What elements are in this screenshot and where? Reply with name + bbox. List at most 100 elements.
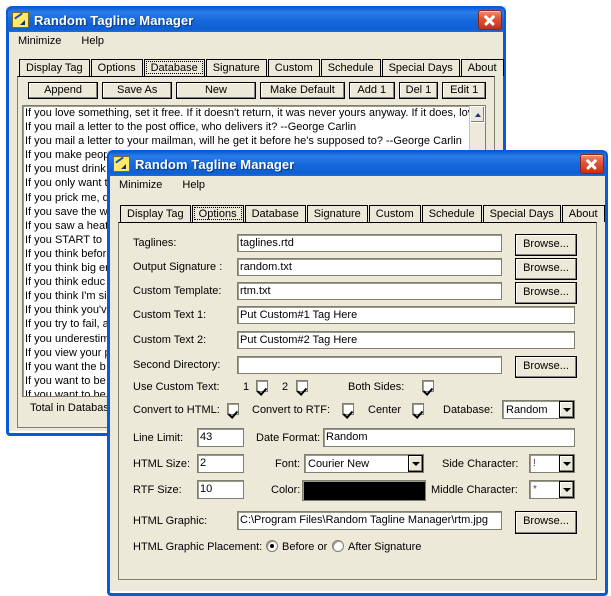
tab-schedule[interactable]: Schedule bbox=[421, 205, 482, 222]
database-dropdown[interactable]: Random bbox=[502, 400, 575, 419]
background-window-titlebar[interactable]: Random Tagline Manager bbox=[6, 6, 506, 32]
foreground-window[interactable]: Random Tagline Manager Minimize Help Dis… bbox=[107, 150, 608, 596]
date-format-label: Date Format: bbox=[256, 432, 321, 444]
both-sides-label: Both Sides: bbox=[348, 381, 405, 393]
rtf-size-input[interactable]: 10 bbox=[197, 480, 244, 499]
center-checkbox[interactable] bbox=[412, 403, 424, 415]
chevron-down-icon[interactable] bbox=[559, 481, 574, 498]
use-custom-text-1-checkbox[interactable] bbox=[256, 380, 268, 392]
edit-1-button[interactable]: Edit 1 bbox=[442, 82, 487, 99]
close-icon[interactable] bbox=[580, 154, 604, 174]
html-size-label: HTML Size: bbox=[133, 458, 191, 470]
tab-special-days[interactable]: Special Days bbox=[381, 59, 460, 76]
tab-about[interactable]: About bbox=[561, 205, 605, 222]
background-tab-row[interactable]: Display Tag Options Database Signature C… bbox=[9, 57, 504, 76]
use-custom-text-label: Use Custom Text: bbox=[133, 381, 220, 393]
menu-item-help[interactable]: Help bbox=[179, 178, 208, 192]
tab-custom[interactable]: Custom bbox=[267, 59, 320, 76]
menu-item-minimize[interactable]: Minimize bbox=[15, 34, 64, 48]
new-button[interactable]: New bbox=[176, 82, 256, 99]
html-graphic-browse-button[interactable]: Browse... bbox=[515, 511, 577, 534]
html-graphic-input[interactable]: C:\Program Files\Random Tagline Manager\… bbox=[237, 511, 502, 530]
color-swatch[interactable] bbox=[302, 480, 426, 501]
chevron-down-icon[interactable] bbox=[559, 455, 574, 472]
database-dropdown-value: Random bbox=[506, 403, 548, 416]
database-toolbar[interactable]: Append Save As New Make Default Add 1 De… bbox=[18, 82, 494, 99]
html-size-input[interactable]: 2 bbox=[197, 454, 244, 473]
foreground-window-title: Random Tagline Manager bbox=[135, 156, 295, 172]
custom-text-1-label: Custom Text 1: bbox=[133, 309, 207, 321]
line-limit-label: Line Limit: bbox=[133, 432, 184, 444]
second-directory-browse-button[interactable]: Browse... bbox=[515, 356, 577, 378]
chevron-down-icon[interactable] bbox=[559, 401, 574, 418]
list-item[interactable]: If you mail a letter to the post office,… bbox=[23, 120, 485, 134]
tagline-app-icon bbox=[12, 12, 29, 28]
rtf-size-label: RTF Size: bbox=[133, 484, 182, 496]
html-graphic-label: HTML Graphic: bbox=[133, 515, 208, 527]
tab-database[interactable]: Database bbox=[244, 205, 306, 222]
custom-text-1-input[interactable]: Put Custom#1 Tag Here bbox=[237, 306, 575, 324]
tab-options[interactable]: Options bbox=[191, 205, 244, 222]
placement-before-radio[interactable] bbox=[266, 540, 278, 552]
color-label: Color: bbox=[271, 484, 301, 496]
list-item[interactable]: If you mail a letter to your mailman, wi… bbox=[23, 134, 485, 148]
middle-character-dropdown[interactable]: * bbox=[529, 480, 575, 499]
middle-character-value: * bbox=[533, 484, 537, 495]
close-icon[interactable] bbox=[478, 10, 502, 30]
output-signature-input[interactable]: random.txt bbox=[237, 258, 502, 276]
taglines-input[interactable]: taglines.rtd bbox=[237, 234, 502, 252]
font-label: Font: bbox=[275, 458, 301, 470]
output-signature-label: Output Signature : bbox=[133, 261, 223, 273]
html-graphic-placement-label: HTML Graphic Placement: bbox=[133, 541, 263, 553]
tab-display-tag[interactable]: Display Tag bbox=[19, 59, 90, 76]
date-format-input[interactable]: Random bbox=[323, 428, 575, 447]
save-as-button[interactable]: Save As bbox=[102, 82, 173, 99]
custom-text-2-input[interactable]: Put Custom#2 Tag Here bbox=[237, 331, 575, 349]
chevron-down-icon[interactable] bbox=[408, 455, 423, 472]
foreground-window-menubar[interactable]: Minimize Help bbox=[110, 176, 605, 195]
foreground-window-titlebar[interactable]: Random Tagline Manager bbox=[107, 150, 608, 176]
placement-after-radio[interactable] bbox=[332, 540, 344, 552]
placement-before-label: Before or bbox=[282, 541, 328, 553]
tab-signature[interactable]: Signature bbox=[306, 205, 368, 222]
output-signature-browse-button[interactable]: Browse... bbox=[515, 258, 577, 280]
custom-template-input[interactable]: rtm.txt bbox=[237, 282, 502, 300]
tab-options[interactable]: Options bbox=[90, 59, 143, 76]
taglines-label: Taglines: bbox=[133, 237, 177, 249]
taglines-browse-button[interactable]: Browse... bbox=[515, 234, 577, 256]
custom-text-2-number-label: 2 bbox=[282, 381, 289, 393]
side-character-dropdown[interactable]: ! bbox=[529, 454, 575, 473]
line-limit-input[interactable]: 43 bbox=[197, 428, 244, 447]
both-sides-checkbox[interactable] bbox=[422, 380, 434, 392]
custom-text-2-label: Custom Text 2: bbox=[133, 334, 207, 346]
background-window-menubar[interactable]: Minimize Help bbox=[9, 32, 503, 51]
tab-about[interactable]: About bbox=[460, 59, 504, 76]
font-dropdown[interactable]: Courier New bbox=[304, 454, 424, 473]
custom-template-browse-button[interactable]: Browse... bbox=[515, 282, 577, 304]
foreground-tab-row[interactable]: Display Tag Options Database Signature C… bbox=[110, 203, 605, 222]
add-1-button[interactable]: Add 1 bbox=[349, 82, 395, 99]
background-window-title: Random Tagline Manager bbox=[34, 12, 194, 28]
tab-custom[interactable]: Custom bbox=[368, 205, 421, 222]
del-1-button[interactable]: Del 1 bbox=[398, 82, 439, 99]
middle-character-label: Middle Character: bbox=[431, 484, 518, 496]
scroll-up-icon[interactable] bbox=[470, 106, 485, 123]
use-custom-text-2-checkbox[interactable] bbox=[296, 380, 308, 392]
convert-to-rtf-checkbox[interactable] bbox=[342, 403, 354, 415]
make-default-button[interactable]: Make Default bbox=[259, 82, 346, 99]
placement-after-label: After Signature bbox=[348, 541, 422, 553]
tab-display-tag[interactable]: Display Tag bbox=[120, 205, 191, 222]
second-directory-label: Second Directory: bbox=[133, 359, 221, 371]
tagline-app-icon bbox=[113, 156, 130, 172]
convert-to-html-checkbox[interactable] bbox=[227, 403, 239, 415]
menu-item-minimize[interactable]: Minimize bbox=[116, 178, 165, 192]
tab-special-days[interactable]: Special Days bbox=[482, 205, 561, 222]
list-item[interactable]: If you love something, set it free. If i… bbox=[23, 106, 485, 120]
menu-item-help[interactable]: Help bbox=[78, 34, 107, 48]
tab-database[interactable]: Database bbox=[143, 59, 205, 76]
second-directory-input[interactable] bbox=[237, 356, 502, 374]
tab-schedule[interactable]: Schedule bbox=[320, 59, 381, 76]
custom-text-1-number-label: 1 bbox=[243, 381, 250, 393]
append-button[interactable]: Append bbox=[28, 82, 99, 99]
tab-signature[interactable]: Signature bbox=[205, 59, 267, 76]
